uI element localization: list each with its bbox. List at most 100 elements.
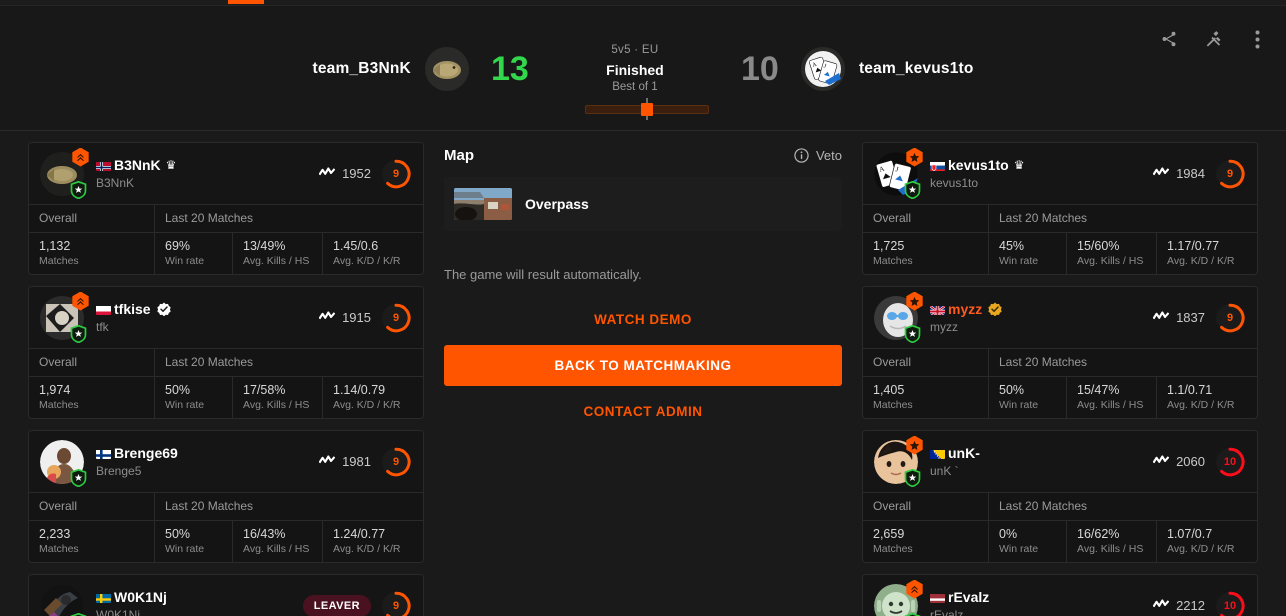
stat-kd-kr-label: Avg. K/D / K/R: [333, 543, 401, 556]
progress-knob[interactable]: [641, 103, 653, 116]
veto-link[interactable]: Veto: [794, 148, 842, 163]
elo-value: 1952: [342, 166, 371, 181]
match-progress-bar[interactable]: [585, 98, 709, 120]
share-icon[interactable]: [1158, 28, 1180, 50]
stat-kills-hs-value: 15/60%: [1077, 239, 1120, 253]
stat-kd-kr: 1.45/0.6 Avg. K/D / K/R: [323, 233, 423, 274]
player-stats-badges: 1837 9: [1152, 302, 1246, 334]
stat-kills-hs: 15/60% Avg. Kills / HS: [1067, 233, 1157, 274]
stats-value-row: 1,974 Matches 50% Win rate 17/58% Avg. K…: [29, 376, 423, 418]
stat-matches: 1,405 Matches: [863, 377, 989, 418]
player-card[interactable]: myzz myzz 1837 9 Overall Last 20 Matches…: [862, 286, 1258, 419]
stat-kd-kr-value: 1.07/0.7: [1167, 527, 1213, 541]
stat-kd-kr-value: 1.24/0.77: [333, 527, 386, 541]
player-nickname[interactable]: W0K1Nj: [114, 589, 167, 605]
left-team-avatar[interactable]: [424, 46, 469, 91]
stat-kd-kr-value: 1.17/0.77: [1167, 239, 1220, 253]
shield-icon: [904, 468, 921, 487]
player-nickname[interactable]: tfkise: [114, 301, 151, 317]
player-card[interactable]: tfkise tfk 1915 9 Overall Last 20 Matche…: [28, 286, 424, 419]
player-identity: Brenge69 Brenge5: [96, 445, 319, 478]
right-team-avatar[interactable]: A J: [800, 46, 845, 91]
player-nickname[interactable]: myzz: [948, 301, 982, 317]
player-stats-badges: 1915 9: [318, 302, 412, 334]
stat-kills-hs-value: 16/62%: [1077, 527, 1120, 541]
stat-winrate-value: 50%: [165, 527, 191, 541]
elo-trend-icon: [1152, 597, 1170, 615]
player-stats-badges: 1952 9: [318, 158, 412, 190]
elo-display: 2060: [1152, 453, 1205, 471]
stat-kills-hs-label: Avg. Kills / HS: [243, 399, 310, 412]
flag-icon: [930, 592, 945, 603]
skill-level-badge: 9: [380, 302, 412, 334]
stats-overall-label: Overall: [863, 349, 989, 376]
player-identity: rEvalz rEvalz: [930, 589, 1153, 616]
avatar[interactable]: [40, 291, 89, 343]
player-card[interactable]: Brenge69 Brenge5 1981 9 Overall Last 20 …: [28, 430, 424, 563]
stats-value-row: 2,233 Matches 50% Win rate 16/43% Avg. K…: [29, 520, 423, 562]
avatar[interactable]: A J: [874, 147, 923, 199]
skill-level-badge: 10: [1214, 446, 1246, 478]
stat-kd-kr-label: Avg. K/D / K/R: [1167, 543, 1235, 556]
avatar[interactable]: [40, 439, 87, 487]
contact-admin-button[interactable]: CONTACT ADMIN: [444, 392, 842, 431]
player-stats-badges: 1984 9: [1152, 158, 1246, 190]
left-team-name[interactable]: team_B3NnK: [312, 60, 410, 78]
stats-overall-label: Overall: [863, 493, 989, 520]
player-nickname[interactable]: kevus1to: [948, 157, 1009, 173]
stat-kills-hs-label: Avg. Kills / HS: [1077, 543, 1144, 556]
back-to-matchmaking-button[interactable]: BACK TO MATCHMAKING: [444, 345, 842, 386]
stat-winrate-value: 69%: [165, 239, 191, 253]
stat-kills-hs: 13/49% Avg. Kills / HS: [233, 233, 323, 274]
shield-icon: [70, 324, 87, 343]
match-best-of: Best of 1: [612, 81, 658, 93]
stat-kills-hs-value: 16/43%: [243, 527, 286, 541]
player-card[interactable]: B3NnK ♛ B3NnK 1952 9 Overall Last 20 Mat…: [28, 142, 424, 275]
player-subname: tfk: [96, 320, 109, 334]
player-card[interactable]: A J kevus1to ♛ kevus1to 1984 9 Overall L…: [862, 142, 1258, 275]
avatar[interactable]: [40, 583, 87, 616]
player-card[interactable]: W0K1Nj W0K1Nj LEAVER 9 Overall: [28, 574, 424, 616]
avatar[interactable]: [874, 291, 923, 343]
elo-display: 1952: [318, 165, 371, 183]
stat-kd-kr-value: 1.1/0.71: [1167, 383, 1213, 397]
player-nickname[interactable]: unK-: [948, 445, 980, 461]
map-panel-header: Map Veto: [444, 147, 842, 164]
skill-level-value: 9: [392, 311, 400, 324]
flag-icon: [96, 448, 111, 459]
stats-value-row: 1,132 Matches 69% Win rate 13/49% Avg. K…: [29, 232, 423, 274]
selected-map-row[interactable]: Overpass: [444, 177, 842, 231]
player-stats-badges: 2060 10: [1152, 446, 1246, 478]
player-card[interactable]: unK- unK ` 2060 10 Overall Last 20 Match…: [862, 430, 1258, 563]
avatar[interactable]: [40, 147, 89, 199]
kebab-menu-icon[interactable]: [1246, 28, 1268, 50]
stat-kills-hs: 17/58% Avg. Kills / HS: [233, 377, 323, 418]
stat-kd-kr-value: 1.45/0.6: [333, 239, 379, 253]
player-nickname[interactable]: Brenge69: [114, 445, 178, 461]
avatar[interactable]: [874, 579, 923, 616]
match-body: B3NnK ♛ B3NnK 1952 9 Overall Last 20 Mat…: [0, 131, 1286, 616]
stats-value-row: 1,725 Matches 45% Win rate 15/60% Avg. K…: [863, 232, 1257, 274]
right-team-name[interactable]: team_kevus1to: [859, 60, 974, 78]
stat-winrate-label: Win rate: [999, 399, 1039, 412]
map-name: Overpass: [525, 196, 589, 212]
stat-winrate: 69% Win rate: [155, 233, 233, 274]
stat-kd-kr: 1.14/0.79 Avg. K/D / K/R: [323, 377, 423, 418]
skill-level-value: 10: [1223, 455, 1237, 468]
flag-icon: [930, 160, 945, 171]
leaver-badge: LEAVER: [302, 594, 371, 616]
player-subname: B3NnK: [96, 176, 135, 190]
player-nickname[interactable]: B3NnK: [114, 157, 161, 173]
player-nickname[interactable]: rEvalz: [948, 589, 989, 605]
stat-kd-kr: 1.1/0.71 Avg. K/D / K/R: [1157, 377, 1257, 418]
stat-kills-hs-value: 17/58%: [243, 383, 286, 397]
player-card[interactable]: rEvalz rEvalz 2212 10: [862, 574, 1258, 616]
stat-winrate: 0% Win rate: [989, 521, 1067, 562]
tools-icon[interactable]: [1202, 28, 1224, 50]
shield-icon: [70, 468, 87, 487]
stats-value-row: 2,659 Matches 0% Win rate 16/62% Avg. Ki…: [863, 520, 1257, 562]
avatar[interactable]: [874, 435, 923, 487]
skill-level-badge: 9: [380, 446, 412, 478]
watch-demo-button[interactable]: WATCH DEMO: [444, 300, 842, 339]
stats-value-row: 1,405 Matches 50% Win rate 15/47% Avg. K…: [863, 376, 1257, 418]
